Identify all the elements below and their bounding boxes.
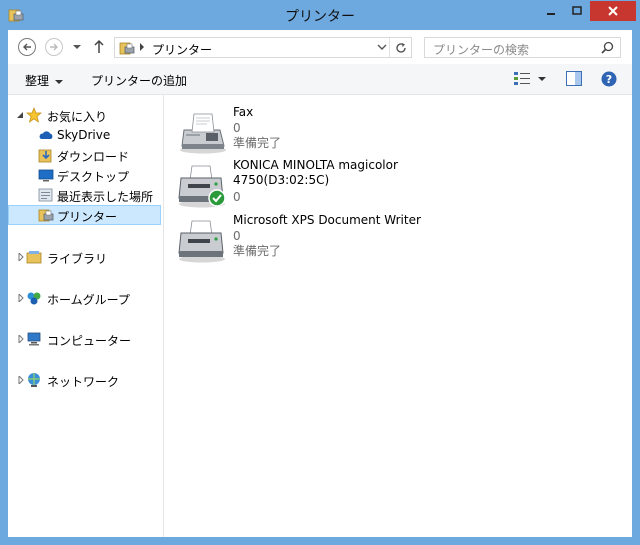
collapsed-arrow-icon[interactable] (17, 376, 25, 384)
cloud-icon (39, 131, 53, 139)
printer-icon (178, 220, 225, 263)
search-input[interactable]: プリンターの検索 (424, 37, 621, 58)
nav-computer[interactable]: コンピューター (8, 329, 161, 349)
search-placeholder: プリンターの検索 (433, 43, 530, 57)
search-icon[interactable] (601, 41, 614, 54)
address-dropdown-icon[interactable] (377, 42, 387, 52)
organize-menu-button[interactable]: 整理 (25, 72, 64, 89)
recent-places-icon (38, 188, 53, 202)
printer-icon (178, 165, 226, 208)
add-printer-button[interactable]: プリンターの追加 (91, 72, 187, 89)
printer-folder-icon (119, 42, 135, 55)
printer-queue-count: 0 (233, 190, 241, 204)
maximize-icon (572, 6, 582, 15)
nav-label: コンピューター (47, 334, 132, 348)
nav-label: デスクトップ (57, 170, 130, 184)
command-bar: 整理 プリンターの追加 ? (8, 64, 632, 95)
nav-item-skydrive[interactable]: SkyDrive (8, 125, 161, 145)
up-arrow-icon[interactable] (92, 39, 106, 55)
expanded-arrow-icon[interactable] (16, 111, 24, 119)
nav-label: ダウンロード (57, 150, 130, 164)
address-bar[interactable]: プリンター (114, 37, 412, 58)
printer-folder-icon (38, 209, 54, 222)
minimize-button[interactable] (538, 1, 564, 21)
organize-label: 整理 (25, 74, 50, 88)
nav-homegroup[interactable]: ホームグループ (8, 288, 161, 308)
breadcrumb-separator-icon[interactable] (139, 43, 145, 51)
nav-favorites[interactable]: お気に入り (8, 105, 161, 125)
forward-arrow-icon (50, 43, 58, 51)
back-button[interactable] (18, 38, 36, 56)
nav-item-downloads[interactable]: ダウンロード (8, 145, 161, 165)
nav-libraries[interactable]: ライブラリ (8, 247, 161, 267)
star-icon (26, 107, 42, 123)
close-button[interactable] (590, 1, 636, 21)
printer-name: Microsoft XPS Document Writer (233, 213, 421, 227)
computer-icon (27, 332, 41, 346)
homegroup-icon (27, 292, 41, 305)
printer-item-konica-minolta[interactable]: KONICA MINOLTA magicolor 4750(D3:02:5C) … (176, 158, 616, 212)
forward-button[interactable] (45, 38, 63, 56)
printer-item-xps-writer[interactable]: Microsoft XPS Document Writer 0 準備完了 (176, 213, 616, 267)
refresh-button[interactable] (389, 38, 411, 57)
collapsed-arrow-icon[interactable] (17, 335, 25, 343)
printer-status: 準備完了 (233, 244, 282, 258)
download-folder-icon (38, 149, 52, 163)
minimize-icon (547, 13, 555, 15)
preview-pane-icon[interactable] (566, 71, 582, 86)
svg-text:?: ? (606, 73, 612, 86)
nav-item-printers[interactable]: プリンター (8, 205, 161, 225)
navigation-pane: お気に入り SkyDrive ダウンロード デスクトップ 最近表示した場所 プリ… (8, 95, 164, 537)
breadcrumb-current[interactable]: プリンター (152, 41, 212, 58)
fax-icon (180, 113, 226, 154)
collapsed-arrow-icon[interactable] (17, 253, 25, 261)
refresh-icon (395, 42, 406, 53)
file-list-pane: Fax 0 準備完了 KONICA MINOLTA magicolor 4750… (164, 95, 632, 537)
nav-label: お気に入り (47, 110, 108, 124)
window-content: プリンター プリンターの検索 整理 プリンターの追加 ? お気に入り SkyDr… (8, 30, 632, 537)
printer-item-fax[interactable]: Fax 0 準備完了 (176, 104, 616, 158)
nav-label: SkyDrive (57, 128, 111, 142)
title-bar: プリンター (0, 0, 640, 30)
maximize-button[interactable] (564, 1, 590, 21)
recent-locations-chevron-icon[interactable] (72, 42, 82, 52)
printer-queue-count: 0 (233, 229, 241, 243)
nav-item-desktop[interactable]: デスクトップ (8, 165, 161, 185)
chevron-down-icon (55, 79, 64, 84)
back-arrow-icon (23, 43, 31, 51)
desktop-icon (38, 169, 54, 182)
change-view-icon[interactable] (513, 71, 531, 87)
printer-status: 準備完了 (233, 136, 282, 150)
nav-label: ネットワーク (47, 375, 120, 389)
printer-queue-count: 0 (233, 121, 241, 135)
nav-label: ホームグループ (47, 293, 130, 307)
network-icon (28, 373, 40, 387)
address-row: プリンター プリンターの検索 (8, 30, 632, 64)
explorer-window: プリンター プリンター プリンターの検索 整理 プリンターの追加 ? お気に入り… (0, 0, 640, 545)
help-icon[interactable]: ? (601, 71, 617, 87)
nav-label: プリンター (57, 210, 118, 224)
nav-network[interactable]: ネットワーク (8, 370, 161, 390)
close-icon (608, 6, 618, 16)
view-options-chevron-icon[interactable] (538, 77, 546, 81)
printer-name: KONICA MINOLTA magicolor 4750(D3:02:5C) (233, 158, 398, 187)
nav-label: ライブラリ (47, 252, 108, 266)
library-icon (26, 251, 42, 264)
collapsed-arrow-icon[interactable] (17, 294, 25, 302)
nav-item-recent-places[interactable]: 最近表示した場所 (8, 185, 161, 205)
printer-name: Fax (233, 105, 254, 119)
nav-label: 最近表示した場所 (57, 190, 154, 204)
